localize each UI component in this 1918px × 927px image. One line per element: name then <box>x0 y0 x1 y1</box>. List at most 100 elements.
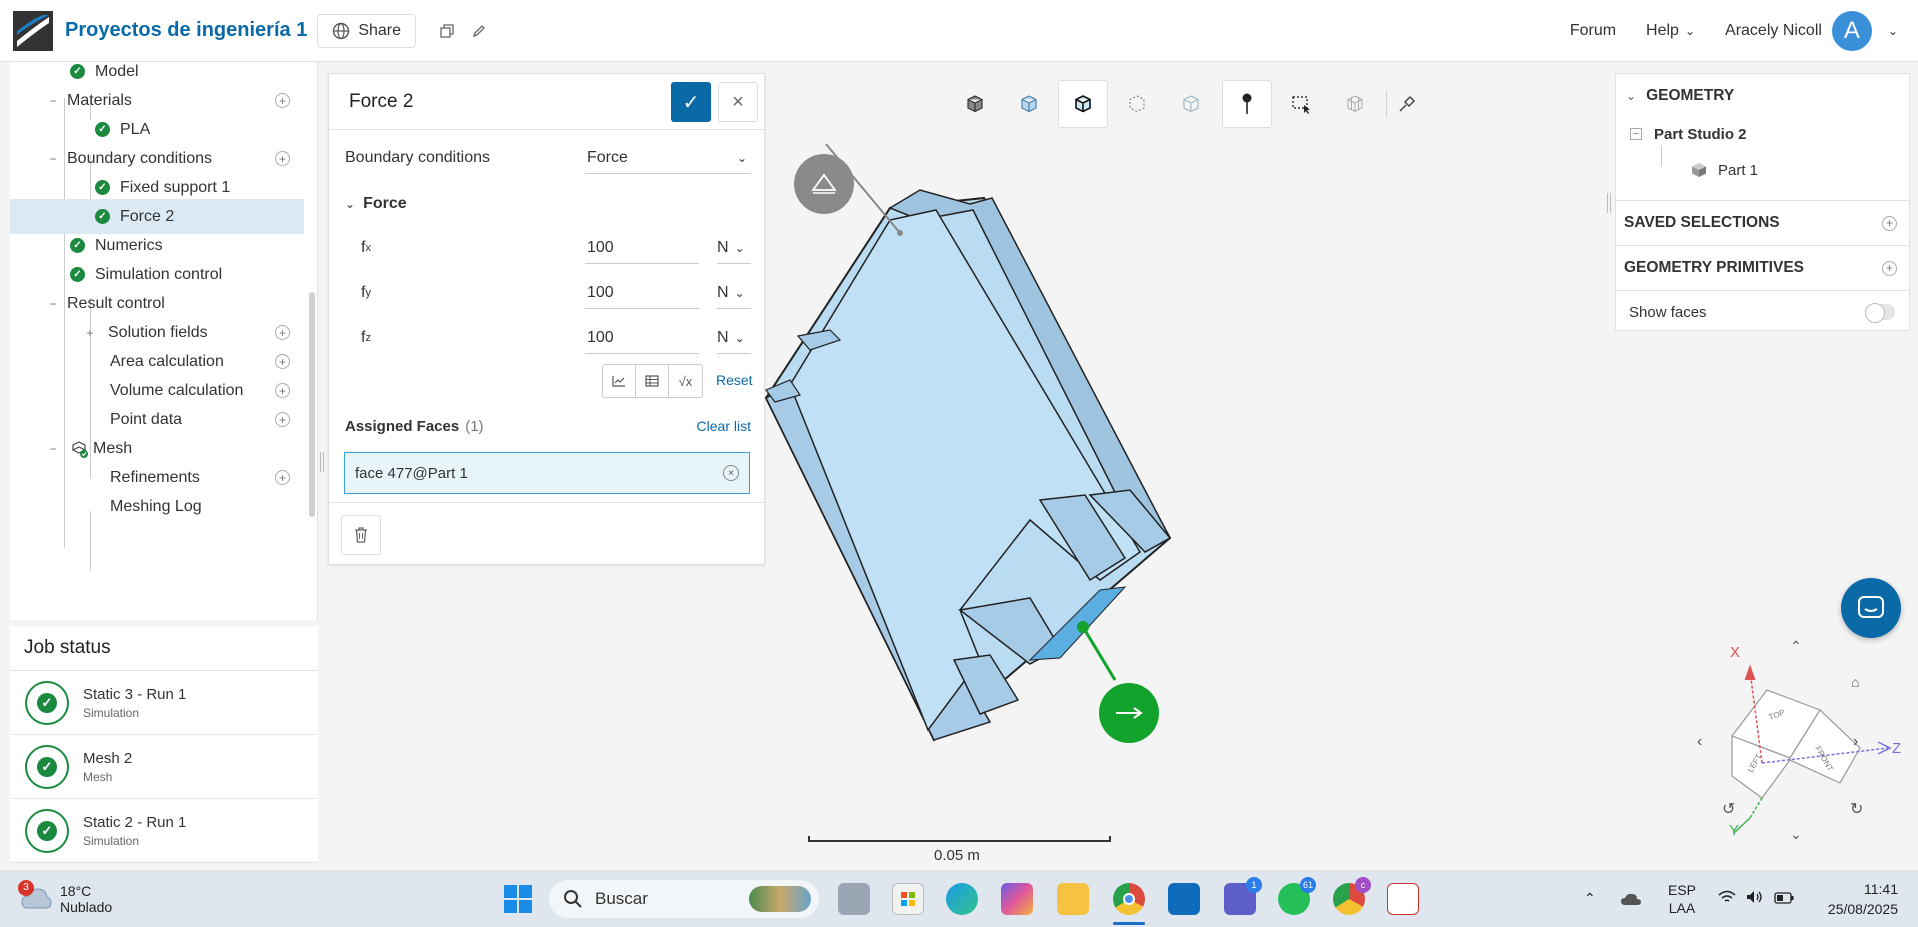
add-icon[interactable]: + <box>1882 215 1897 231</box>
clear-list-link[interactable]: Clear list <box>697 418 751 434</box>
weather-widget[interactable]: 3 18°C Nublado <box>18 870 113 927</box>
home-icon[interactable]: ⌂ <box>1851 674 1859 690</box>
fixed-support-marker[interactable] <box>794 154 854 214</box>
expand-icon[interactable]: + <box>84 326 96 340</box>
view-transparent-icon[interactable] <box>1166 80 1216 128</box>
formula-icon[interactable]: √x <box>669 365 702 397</box>
tree-scrollbar[interactable] <box>309 292 315 517</box>
simscale-logo[interactable] <box>13 10 53 51</box>
user-menu[interactable]: Aracely Nicoll A ⌄ <box>1725 11 1898 51</box>
tree-item-meshing-log[interactable]: Meshing Log <box>10 489 304 524</box>
geometry-primitives-header[interactable]: GEOMETRY PRIMITIVES + <box>1616 255 1909 281</box>
rotate-up-icon[interactable]: ⌃ <box>1790 638 1802 655</box>
file-explorer-icon[interactable] <box>1057 883 1089 915</box>
fy-input[interactable]: 100 <box>585 277 699 309</box>
forum-link[interactable]: Forum <box>1570 22 1616 40</box>
show-faces-toggle[interactable] <box>1865 303 1895 323</box>
geometry-header[interactable]: ⌄ GEOMETRY <box>1616 84 1909 108</box>
job-item[interactable]: ✓ Mesh 2 Mesh <box>10 735 318 799</box>
fz-input[interactable]: 100 <box>585 322 699 354</box>
share-button[interactable]: Share <box>317 13 417 48</box>
show-hidden-icons[interactable]: ⌃ <box>1584 870 1596 927</box>
windows-start-icon[interactable] <box>502 883 534 915</box>
check-icon: ✓ <box>70 238 85 253</box>
probe-icon[interactable] <box>1382 80 1432 128</box>
panel-resize-handle[interactable] <box>320 452 324 472</box>
onedrive-icon[interactable] <box>1620 870 1642 927</box>
close-button[interactable]: × <box>718 82 758 122</box>
project-title[interactable]: Proyectos de ingeniería 1 <box>65 19 307 42</box>
chrome-profile-icon[interactable]: c <box>1333 877 1371 915</box>
view-wireframe-solid-icon[interactable] <box>1058 80 1108 128</box>
reset-link[interactable]: Reset <box>716 372 753 388</box>
fy-unit-select[interactable]: N ⌄ <box>717 277 751 309</box>
fz-unit-select[interactable]: N ⌄ <box>717 322 751 354</box>
part-item[interactable]: Part 1 <box>1616 157 1909 183</box>
fx-unit-select[interactable]: N ⌄ <box>717 232 751 264</box>
box-select-icon[interactable] <box>1276 80 1326 128</box>
fx-input[interactable]: 100 <box>585 232 699 264</box>
collapse-icon[interactable]: − <box>47 152 59 166</box>
panel-resize-handle[interactable] <box>1607 193 1611 213</box>
job-status-icon: ✓ <box>25 808 69 853</box>
view-box-icon[interactable] <box>950 80 1000 128</box>
help-menu[interactable]: Help ⌄ <box>1646 22 1695 40</box>
task-view-icon[interactable] <box>838 883 870 915</box>
delete-button[interactable] <box>341 515 381 555</box>
chat-button[interactable] <box>1841 578 1901 638</box>
add-icon[interactable]: + <box>275 325 290 340</box>
language-indicator[interactable]: ESP LAA <box>1668 870 1696 927</box>
outlook-icon[interactable] <box>1168 883 1200 915</box>
add-icon[interactable]: + <box>275 470 290 485</box>
collapse-icon[interactable]: − <box>47 94 59 108</box>
job-status-icon: ✓ <box>25 680 69 725</box>
part-3d-model[interactable] <box>760 140 1180 760</box>
whatsapp-icon[interactable]: 61 <box>1278 877 1316 915</box>
force-marker[interactable] <box>1099 683 1159 743</box>
remove-face-icon[interactable]: × <box>723 465 739 481</box>
snipping-tool-icon[interactable] <box>1387 883 1419 915</box>
store-icon[interactable] <box>892 883 924 915</box>
add-icon[interactable]: + <box>275 354 290 369</box>
rotate-ccw-icon[interactable]: ↺ <box>1722 799 1735 819</box>
mesh-view-icon[interactable] <box>1330 80 1380 128</box>
view-solid-icon[interactable] <box>1004 80 1054 128</box>
job-item[interactable]: ✓ Static 3 - Run 1 Simulation <box>10 671 318 735</box>
teams-icon[interactable]: 1 <box>1224 877 1262 915</box>
add-icon[interactable]: + <box>1882 260 1897 276</box>
table-icon[interactable] <box>636 365 669 397</box>
chrome-icon[interactable] <box>1113 883 1145 915</box>
chart-icon[interactable] <box>603 365 636 397</box>
fx-label-sub: x <box>365 242 371 254</box>
pin-icon[interactable] <box>1222 80 1272 128</box>
taskbar-search[interactable]: Buscar <box>549 880 819 918</box>
rotate-cw-icon[interactable]: ↻ <box>1850 799 1863 819</box>
job-item[interactable]: ✓ Static 2 - Run 1 Simulation <box>10 799 318 863</box>
add-icon[interactable]: + <box>275 383 290 398</box>
edit-pencil-icon[interactable] <box>470 22 488 40</box>
force-section-header[interactable]: ⌄ Force <box>345 188 751 220</box>
collapse-icon[interactable]: − <box>47 297 59 311</box>
copilot-icon[interactable] <box>1001 883 1033 915</box>
collapse-icon[interactable]: − <box>1630 128 1642 140</box>
confirm-button[interactable]: ✓ <box>671 82 711 122</box>
add-icon[interactable]: + <box>275 93 290 108</box>
weather-desc: Nublado <box>60 898 113 915</box>
saved-selections-header[interactable]: SAVED SELECTIONS + <box>1616 210 1909 236</box>
system-tray-icons[interactable] <box>1718 870 1794 927</box>
taskbar-clock[interactable]: 11:41 25/08/2025 <box>1818 870 1898 927</box>
rotate-down-icon[interactable]: ⌄ <box>1790 826 1802 843</box>
add-icon[interactable]: + <box>275 412 290 427</box>
axis-z-label: Z <box>1892 740 1901 757</box>
add-icon[interactable]: + <box>275 151 290 166</box>
view-points-icon[interactable] <box>1112 80 1162 128</box>
teams-badge: 1 <box>1246 877 1262 893</box>
copy-icon[interactable] <box>438 22 456 40</box>
part-studio-item[interactable]: − Part Studio 2 <box>1616 122 1909 146</box>
rotate-left-icon[interactable]: ‹ <box>1697 733 1702 751</box>
assigned-face-item[interactable]: face 477@Part 1 × <box>344 452 750 494</box>
collapse-icon[interactable]: − <box>47 442 59 456</box>
edge-icon[interactable] <box>946 883 978 915</box>
rotate-right-icon[interactable]: › <box>1853 733 1858 751</box>
bc-type-select[interactable]: Force ⌄ <box>585 142 751 174</box>
